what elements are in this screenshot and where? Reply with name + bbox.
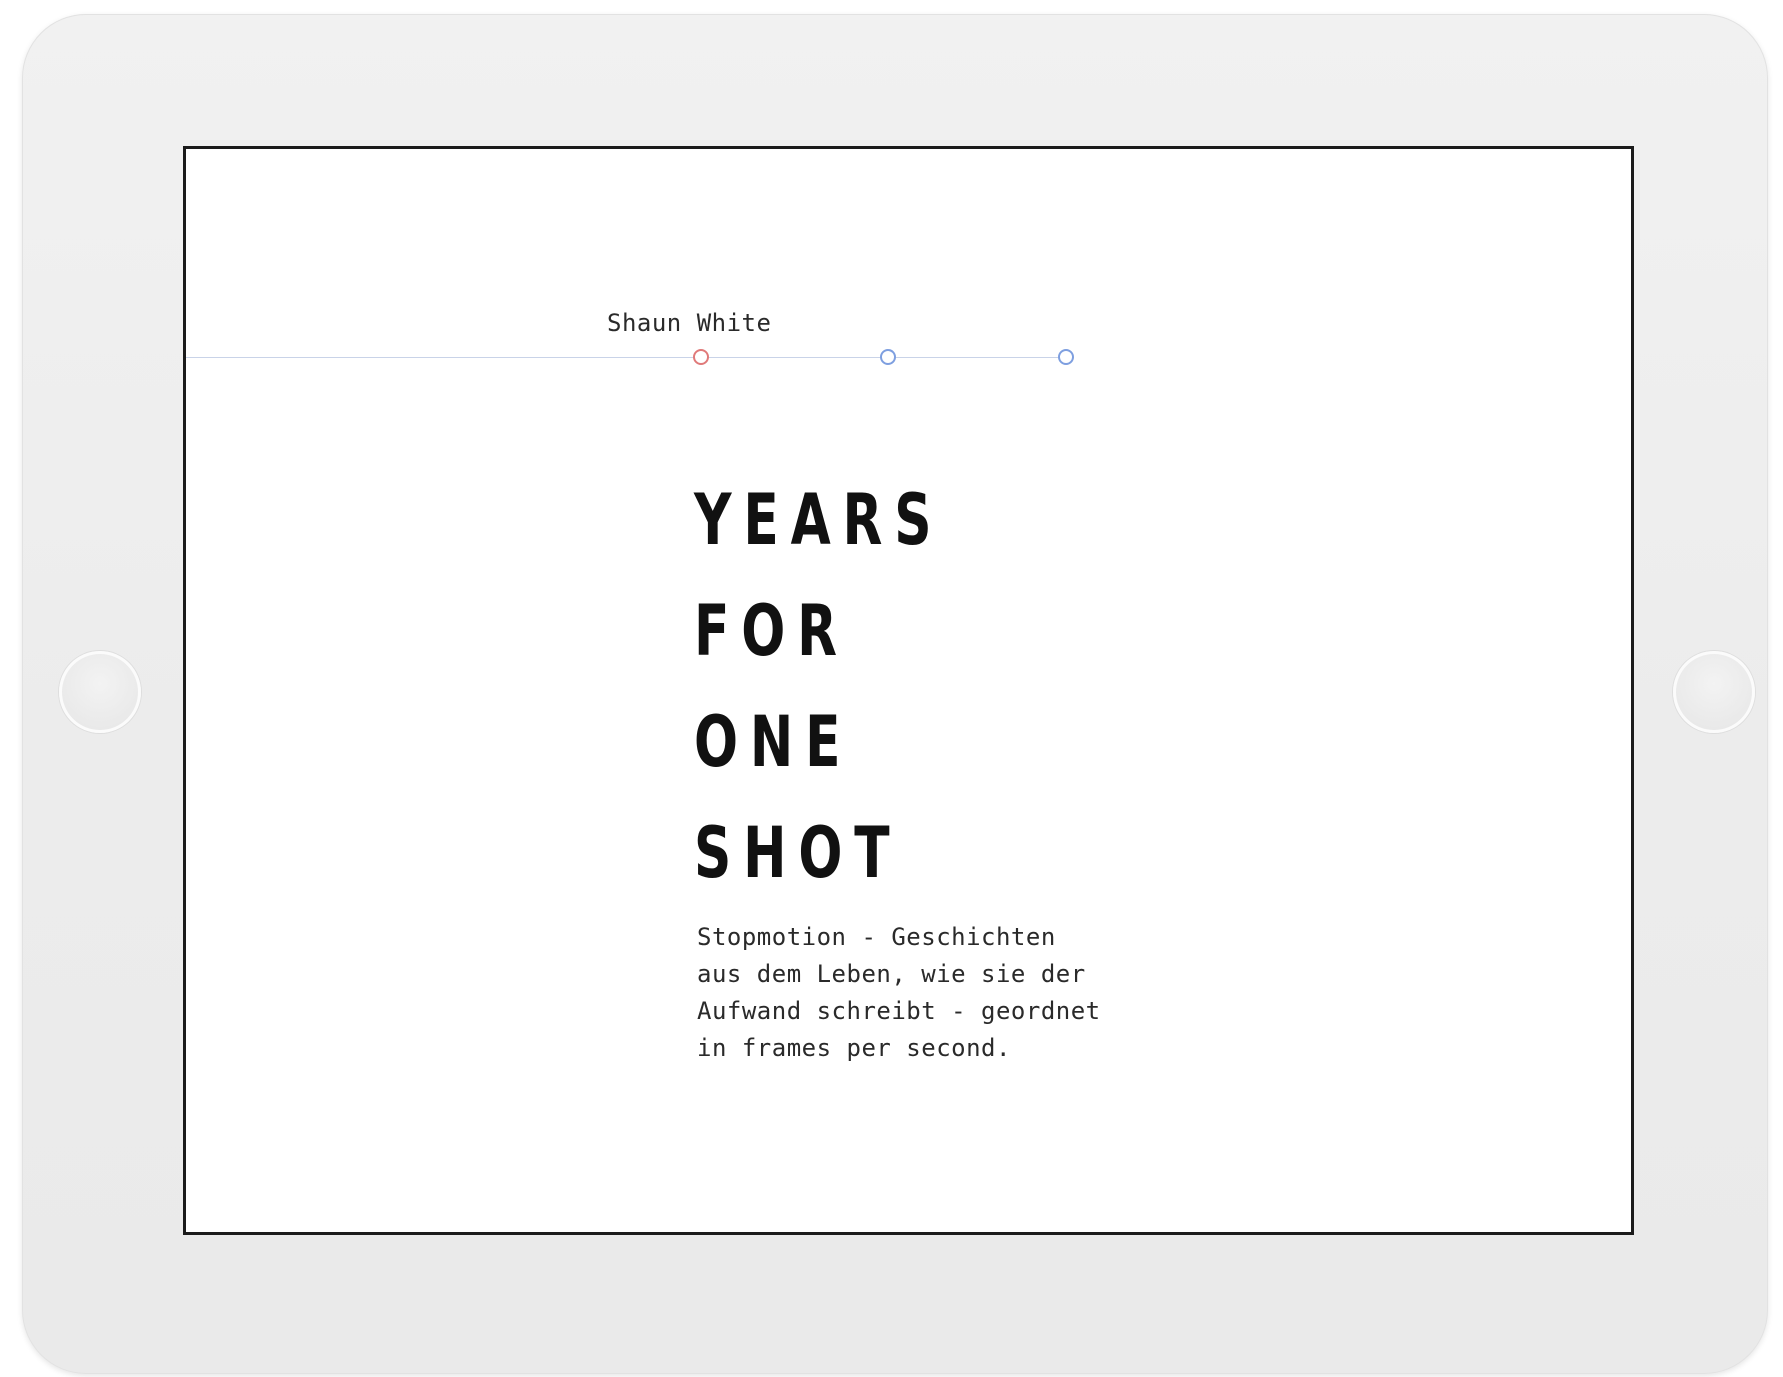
headline-line: ONE	[694, 701, 853, 783]
timeline-node-2[interactable]	[880, 349, 896, 365]
headline-line: SHOT	[694, 812, 902, 894]
home-button-right[interactable]	[1673, 651, 1755, 733]
description-line: Stopmotion - Geschichten	[697, 923, 1056, 951]
home-button-left[interactable]	[59, 651, 141, 733]
timeline-node-3[interactable]	[1058, 349, 1074, 365]
headline-line: YEARS	[694, 479, 944, 561]
description-line: aus dem Leben, wie sie der	[697, 960, 1086, 988]
headline: YEARS FOR ONE SHOT	[694, 465, 943, 909]
description-line: Aufwand schreibt - geordnet	[697, 997, 1101, 1025]
timeline-track	[186, 357, 1074, 358]
headline-line: FOR	[694, 590, 849, 672]
timeline-active-label: Shaun White	[607, 309, 772, 337]
description-text: Stopmotion - Geschichten aus dem Leben, …	[697, 919, 1177, 1067]
app-screen: Shaun White YEARS FOR ONE SHOT Stopmotio…	[183, 146, 1634, 1235]
description-line: in frames per second.	[697, 1034, 1011, 1062]
timeline-node-active[interactable]	[693, 349, 709, 365]
